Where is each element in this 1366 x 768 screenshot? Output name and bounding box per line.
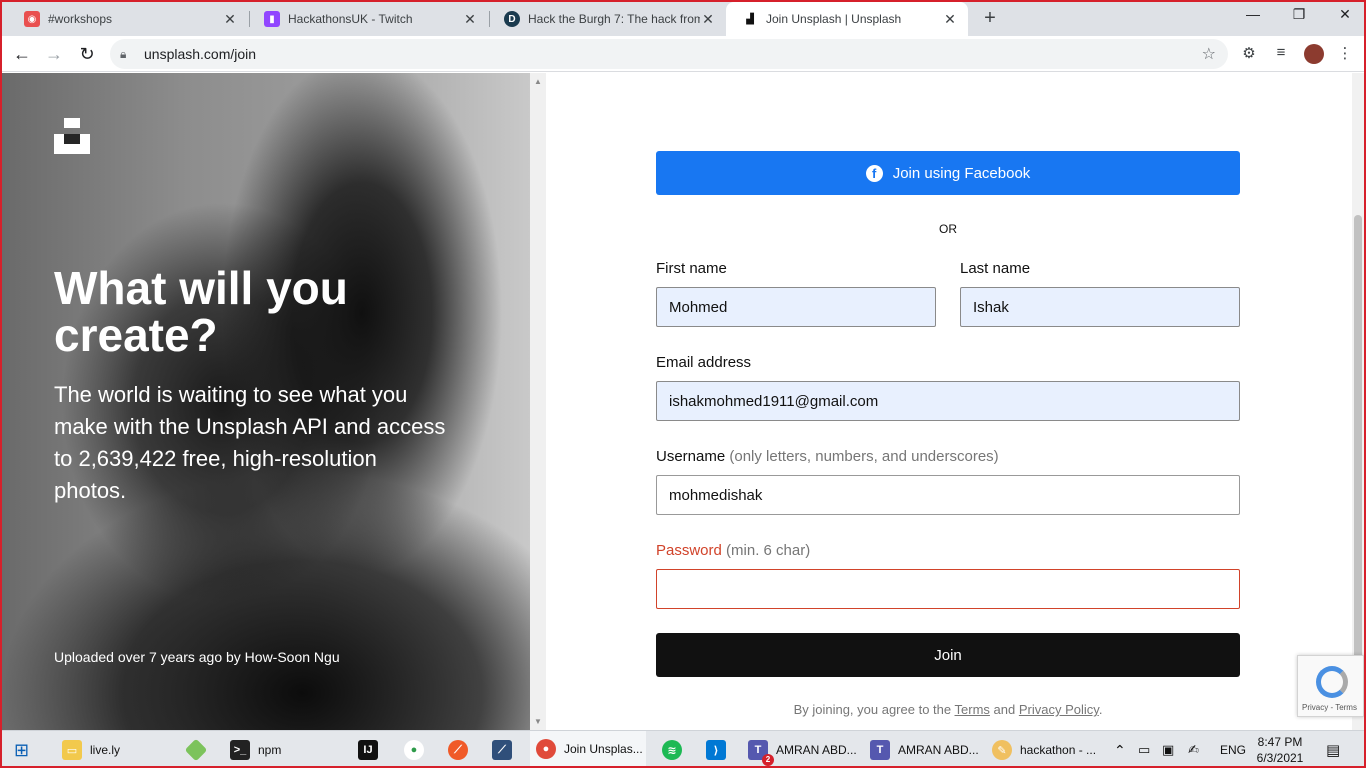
password-field[interactable] (656, 569, 1240, 609)
hero-subtitle: The world is waiting to see what you mak… (54, 382, 446, 503)
terms-notice: By joining, you agree to the Terms and P… (793, 702, 1103, 717)
postman-icon: ⟋ (448, 740, 468, 760)
photo-credit[interactable]: Uploaded over 7 years ago by How-Soon Ng… (54, 649, 340, 665)
password-label: Password (min. 6 char) (656, 542, 811, 559)
or-separator: OR (939, 222, 957, 236)
taskbar-item-mongodb[interactable]: ● (404, 731, 432, 766)
mysql-workbench-icon: ⟋ (492, 740, 512, 760)
taskbar-item-git[interactable] (184, 731, 212, 766)
bookmark-star-icon[interactable]: ☆ (1202, 44, 1216, 64)
chrome-icon: ● (536, 739, 556, 759)
close-tab-icon[interactable]: ✕ (462, 11, 478, 28)
back-button[interactable]: ← (10, 42, 34, 66)
system-clock[interactable]: 8:47 PM 6/3/2021 (1252, 734, 1308, 766)
paint-icon: ✎ (992, 740, 1012, 760)
username-hint: (only letters, numbers, and underscores) (729, 448, 999, 465)
privacy-policy-link[interactable]: Privacy Policy (1019, 702, 1099, 717)
taskbar-item-intellij[interactable]: IJ (358, 731, 386, 766)
vscode-icon: ⟩ (706, 740, 726, 760)
unsplash-logo[interactable] (54, 118, 90, 154)
start-button[interactable]: ⊞ (14, 731, 29, 766)
tab-workshops[interactable]: ◉ #workshops ✕ (8, 2, 248, 36)
taskbar-item-workbench[interactable]: ⟋ (492, 731, 520, 766)
terminal-icon: >_ (230, 740, 250, 760)
folder-icon: ▭ (62, 740, 82, 760)
windows-taskbar: ⊞ ▭ live.ly >_ npm IJ ● ⟋ ⟋ ● Join Unspl… (2, 730, 1364, 766)
intellij-icon: IJ (358, 740, 378, 760)
username-field[interactable]: mohmedishak (656, 475, 1240, 515)
page-scrollbar[interactable] (1352, 73, 1364, 730)
last-name-field[interactable]: Ishak (960, 287, 1240, 327)
maximize-button[interactable]: ❐ (1284, 6, 1314, 28)
tab-hack-the-burgh[interactable]: D Hack the Burgh 7: The hack from ✕ (488, 2, 726, 36)
hero-title: What will you create? (54, 262, 348, 361)
spotify-icon: ≋ (662, 740, 682, 760)
taskbar-item-spotify[interactable]: ≋ (662, 731, 690, 766)
tab-twitch[interactable]: ▮ HackathonsUK - Twitch ✕ (248, 2, 488, 36)
first-name-field[interactable]: Mohmed (656, 287, 936, 327)
join-form: f Join using Facebook OR First name Last… (546, 73, 1352, 730)
screen: ◉ #workshops ✕ ▮ HackathonsUK - Twitch ✕… (0, 0, 1366, 768)
tab-join-unsplash[interactable]: ▟ Join Unsplash | Unsplash ✕ (726, 2, 968, 36)
recaptcha-icon (1316, 666, 1348, 698)
menu-icon[interactable]: ⋮ (1334, 44, 1356, 66)
recaptcha-badge[interactable]: Privacy - Terms (1297, 655, 1364, 717)
taskbar-item-teams-2[interactable]: T AMRAN ABD... (870, 731, 979, 766)
close-window-button[interactable]: ✕ (1330, 6, 1360, 28)
browser-toolbar: ← → ↻ 🔒︎ unsplash.com/join ☆ ⚙ ≡ ⋮ (2, 36, 1364, 72)
taskbar-item-paint[interactable]: ✎ hackathon - ... (992, 731, 1096, 766)
email-label: Email address (656, 354, 752, 371)
taskbar-item-npm[interactable]: >_ npm (230, 731, 281, 766)
teams-icon: T (870, 740, 890, 760)
twitch-icon: ▮ (264, 11, 280, 27)
profile-avatar[interactable] (1304, 44, 1324, 64)
taskbar-item-explorer[interactable]: ▭ live.ly (62, 731, 120, 766)
minimize-button[interactable]: — (1238, 6, 1268, 28)
close-tab-icon[interactable]: ✕ (700, 11, 716, 28)
join-button[interactable]: Join (656, 633, 1240, 677)
lock-icon[interactable]: 🔒︎ (120, 47, 134, 62)
teams-icon: T2 (748, 740, 774, 766)
notifications-icon[interactable]: ▤ (1326, 731, 1340, 766)
taskbar-item-vscode[interactable]: ⟩ (706, 731, 734, 766)
gitkraken-icon (184, 738, 208, 762)
scrollbar-thumb[interactable] (1354, 215, 1362, 715)
show-hidden-icons-icon[interactable]: ⌃ (1114, 731, 1126, 766)
mongodb-icon: ● (404, 740, 424, 760)
close-tab-icon[interactable]: ✕ (222, 11, 238, 28)
username-label: Username (only letters, numbers, and und… (656, 448, 999, 465)
network-icon[interactable]: ▭ (1138, 731, 1150, 766)
extensions-icon[interactable]: ⚙ (1238, 44, 1260, 66)
address-bar[interactable]: 🔒︎ unsplash.com/join ☆ (110, 39, 1228, 69)
media-queue-icon[interactable]: ≡ (1270, 44, 1292, 66)
unsplash-icon: ▟ (742, 11, 758, 27)
pen-icon[interactable]: ✍ (1188, 731, 1199, 766)
reload-button[interactable]: ↻ (75, 42, 99, 66)
new-tab-button[interactable]: + (979, 8, 1001, 30)
facebook-icon: f (865, 164, 883, 182)
devpost-icon: D (504, 11, 520, 27)
terms-link[interactable]: Terms (955, 702, 990, 717)
display-icon[interactable]: ▣ (1162, 731, 1174, 766)
taskbar-item-teams-1[interactable]: T2 AMRAN ABD... (748, 731, 857, 766)
first-name-label: First name (656, 260, 727, 277)
email-field[interactable]: ishakmohmed1911@gmail.com (656, 381, 1240, 421)
left-pane-scrollbar[interactable]: ▲ ▼ (530, 73, 546, 730)
forward-button[interactable]: → (42, 42, 66, 66)
discord-icon: ◉ (24, 11, 40, 27)
taskbar-item-postman[interactable]: ⟋ (448, 731, 476, 766)
last-name-label: Last name (960, 260, 1031, 277)
taskbar-item-chrome[interactable]: ● Join Unsplas... (530, 731, 646, 766)
hero-image: What will you create? The world is waiti… (2, 73, 530, 730)
language-indicator[interactable]: ENG (1220, 731, 1246, 766)
close-tab-icon[interactable]: ✕ (942, 11, 958, 28)
tab-strip: ◉ #workshops ✕ ▮ HackathonsUK - Twitch ✕… (2, 2, 1364, 36)
password-hint: (min. 6 char) (726, 542, 811, 559)
join-facebook-button[interactable]: f Join using Facebook (656, 151, 1240, 195)
